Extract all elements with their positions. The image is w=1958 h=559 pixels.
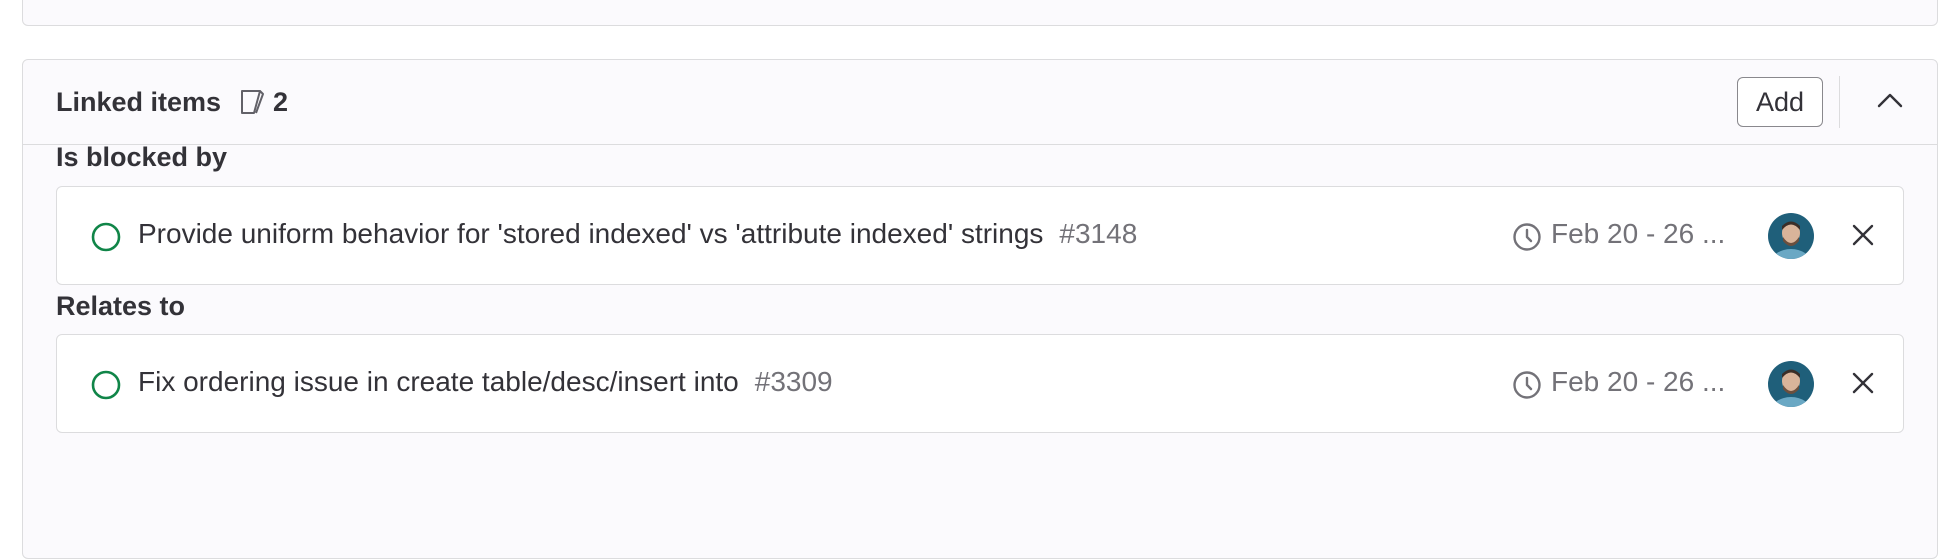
close-icon	[1851, 371, 1875, 400]
linked-item-date: Feb 20 - 26 ...	[1551, 218, 1726, 249]
previous-widget-card	[22, 0, 1938, 26]
linked-items-count: 2	[239, 87, 288, 118]
section-title-is-blocked-by: Is blocked by	[56, 142, 228, 172]
linked-item-row: Fix ordering issue in create table/desc/…	[56, 334, 1904, 433]
linked-item-reference: #3148	[1059, 218, 1138, 249]
linked-item-title: Provide uniform behavior for 'stored ind…	[138, 218, 1044, 249]
section-title-relates-to: Relates to	[56, 291, 186, 321]
linked-item-title: Fix ordering issue in create table/desc/…	[138, 366, 739, 397]
linked-item-link[interactable]: Provide uniform behavior for 'stored ind…	[138, 218, 1137, 250]
linked-item-row: Provide uniform behavior for 'stored ind…	[56, 186, 1904, 285]
collapse-button[interactable]	[1865, 77, 1915, 127]
remove-link-button[interactable]	[1843, 217, 1883, 257]
clock-icon	[1510, 368, 1544, 402]
header-divider	[1839, 76, 1840, 128]
assignee-avatar[interactable]	[1768, 213, 1814, 259]
linked-items-title: Linked items	[56, 86, 222, 117]
open-status-icon	[89, 220, 123, 254]
chevron-up-icon	[1877, 92, 1903, 113]
linked-items-count-value: 2	[273, 86, 289, 117]
issues-icon	[239, 88, 265, 116]
linked-item-link[interactable]: Fix ordering issue in create table/desc/…	[138, 366, 833, 398]
open-status-icon	[89, 368, 123, 402]
linked-item-reference: #3309	[754, 366, 833, 397]
remove-link-button[interactable]	[1843, 365, 1883, 405]
linked-items-header: Linked items 2 Add	[23, 60, 1937, 145]
assignee-avatar[interactable]	[1768, 361, 1814, 407]
close-icon	[1851, 223, 1875, 252]
add-linked-item-button[interactable]: Add	[1737, 77, 1823, 127]
linked-items-widget: Linked items 2 Add Is blocked by Provide…	[22, 59, 1938, 559]
linked-item-date: Feb 20 - 26 ...	[1551, 366, 1726, 397]
clock-icon	[1510, 220, 1544, 254]
